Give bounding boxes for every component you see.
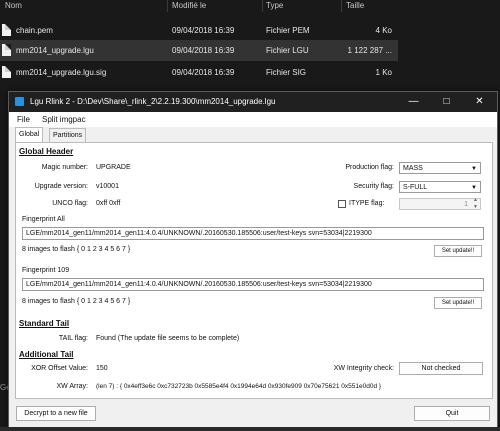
unco-flag-label: UNCO flag: (52, 200, 88, 207)
file-size: 1 122 287 ... (347, 46, 392, 55)
fingerprint-all-field[interactable]: LGE/mm2014_gen11/mm2014_gen11:4.0.4/UNKN… (22, 227, 484, 240)
tail-flag-value: Found (The update file seems to be compl… (96, 335, 240, 342)
xw-integrity-label: XW Integrity check: (333, 365, 394, 372)
column-modified-header[interactable]: Modifié le (172, 1, 206, 10)
fingerprint-all-images: 8 images to flash { 0 1 2 3 4 5 6 7 } (22, 246, 131, 253)
xor-offset-label: XOR Offset Value: (31, 365, 88, 372)
production-flag-label: Production flag: (345, 164, 394, 171)
chevron-down-icon: ▼ (471, 166, 477, 172)
xw-array-label: XW Array: (56, 383, 88, 390)
unco-flag-value: 0xff 0xff (96, 200, 121, 207)
set-update-button[interactable]: Set update!! (434, 297, 482, 309)
window-title: Lgu Rlink 2 - D:\Dev\Share\_rlink_2\2.2.… (30, 97, 276, 106)
file-icon (2, 44, 11, 56)
xw-array-value: (len 7) : { 0x4eff3e6c 0xc732723b 0x5585… (96, 383, 382, 390)
quit-button[interactable]: Quit (414, 406, 490, 421)
file-name: mm2014_upgrade.lgu (16, 46, 94, 55)
set-update-button[interactable]: Set update!! (434, 245, 482, 257)
production-flag-value: MASS (403, 165, 423, 172)
magic-number-value: UPGRADE (96, 164, 131, 171)
taskbar-edge (0, 427, 500, 431)
tail-flag-label: TAIL flag: (58, 335, 88, 342)
standard-tail-title: Standard Tail (19, 319, 70, 328)
xw-integrity-check-button[interactable]: Not checked (399, 362, 483, 375)
itype-flag-value: 1 (464, 201, 468, 208)
fingerprint-all-label: Fingerprint All (22, 216, 65, 223)
global-header-title: Global Header (19, 147, 74, 156)
fingerprint-109-field[interactable]: LGE/mm2014_gen11/mm2014_gen11:4.0.4/UNKN… (22, 278, 484, 291)
fingerprint-109-label: Fingerprint 109 (22, 267, 70, 274)
column-divider[interactable] (341, 0, 342, 12)
chevron-down-icon: ▼ (471, 185, 477, 191)
file-type: Fichier SIG (266, 68, 307, 77)
file-icon (2, 66, 11, 78)
file-modified: 09/04/2018 16:39 (172, 46, 235, 55)
column-divider[interactable] (262, 0, 263, 12)
stepper-arrows-icon: ▲ ▼ (473, 197, 478, 210)
upgrade-version-label: Upgrade version: (34, 183, 88, 190)
security-flag-select[interactable]: S-FULL ▼ (399, 181, 481, 193)
column-size-header[interactable]: Taille (346, 1, 364, 10)
file-size: 1 Ko (375, 68, 392, 77)
itype-flag-stepper[interactable]: 1 ▲ ▼ (399, 197, 481, 210)
security-flag-value: S-FULL (403, 184, 428, 191)
file-icon (2, 24, 11, 36)
menu-bar: File Split imgpac (9, 112, 497, 127)
file-modified: 09/04/2018 16:39 (172, 26, 235, 35)
minimize-icon[interactable]: — (397, 92, 430, 112)
column-divider[interactable] (167, 0, 168, 12)
tab-global[interactable]: Global (15, 127, 44, 143)
app-icon (15, 97, 24, 106)
close-icon[interactable]: ✕ (463, 92, 496, 112)
upgrade-version-value: v10001 (96, 183, 119, 190)
file-row[interactable]: mm2014_upgrade.lgu.sig 09/04/2018 16:39 … (0, 62, 398, 83)
menu-file[interactable]: File (17, 115, 30, 124)
file-type: Fichier PEM (266, 26, 310, 35)
tab-partitions[interactable]: Partitions (49, 128, 87, 142)
file-row[interactable]: mm2014_upgrade.lgu 09/04/2018 16:39 Fich… (0, 40, 398, 61)
file-modified: 09/04/2018 16:39 (172, 68, 235, 77)
column-name-header[interactable]: Nom (5, 1, 22, 10)
fingerprint-109-images: 8 images to flash { 0 1 2 3 4 5 6 7 } (22, 298, 131, 305)
column-type-header[interactable]: Type (266, 1, 283, 10)
menu-split-imgpac[interactable]: Split imgpac (42, 115, 86, 124)
additional-tail-title: Additional Tail (19, 350, 74, 359)
file-row[interactable]: chain.pem 09/04/2018 16:39 Fichier PEM 4… (0, 20, 398, 41)
title-bar[interactable]: Lgu Rlink 2 - D:\Dev\Share\_rlink_2\2.2.… (9, 92, 497, 112)
xor-offset-value: 150 (96, 365, 108, 372)
lgu-rlink-window: Lgu Rlink 2 - D:\Dev\Share\_rlink_2\2.2.… (8, 91, 498, 429)
security-flag-label: Security flag: (353, 183, 394, 190)
file-name: mm2014_upgrade.lgu.sig (16, 68, 107, 77)
itype-checkbox[interactable] (338, 200, 346, 208)
file-list-header: Nom Modifié le Type Taille (0, 0, 500, 14)
file-size: 4 Ko (375, 26, 392, 35)
global-panel: Global Header Magic number: UPGRADE Upgr… (15, 142, 493, 399)
maximize-icon[interactable]: □ (430, 92, 463, 112)
file-type: Fichier LGU (266, 46, 309, 55)
magic-number-label: Magic number: (41, 164, 88, 171)
decrypt-to-new-file-button[interactable]: Decrypt to a new file (16, 406, 96, 421)
file-name: chain.pem (16, 26, 53, 35)
production-flag-select[interactable]: MASS ▼ (399, 162, 481, 174)
itype-flag-label: ITYPE flag: (349, 200, 385, 207)
